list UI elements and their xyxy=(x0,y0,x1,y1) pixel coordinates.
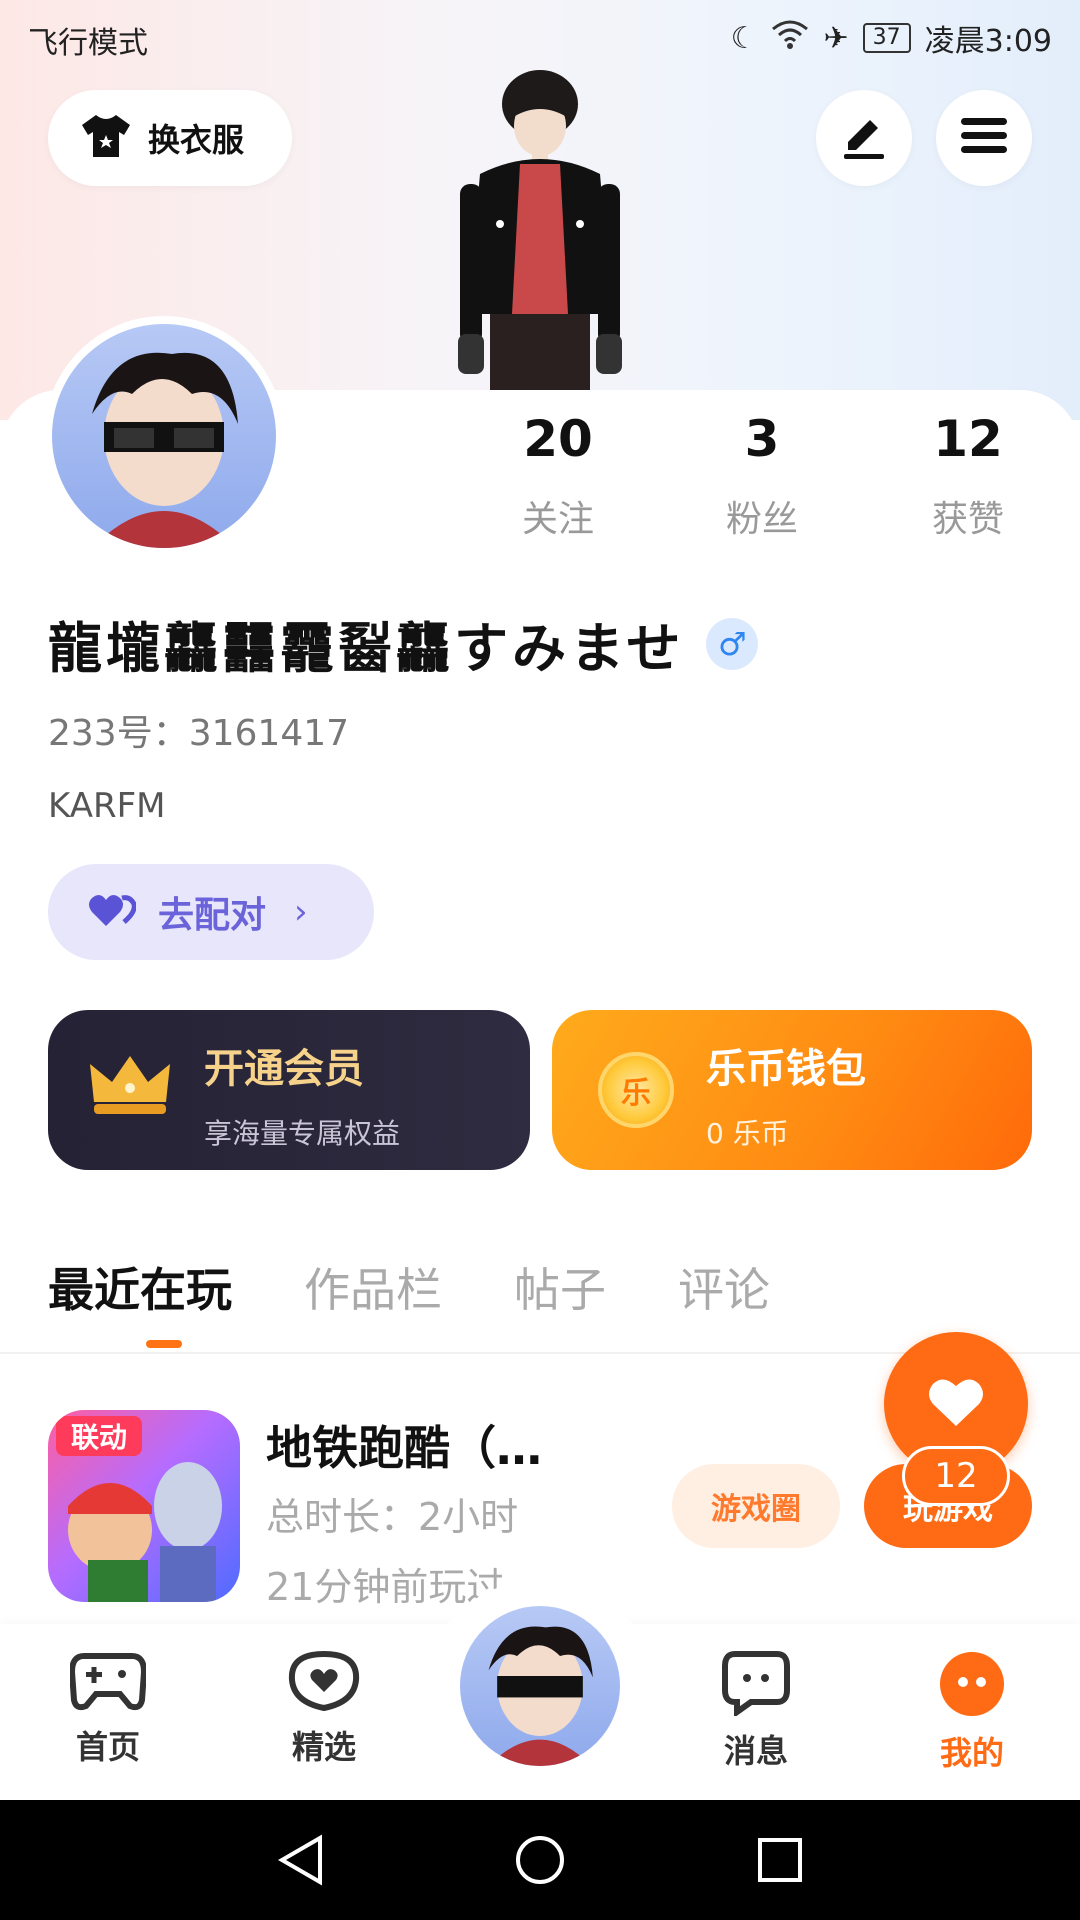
wifi-icon xyxy=(771,19,809,57)
wallet-balance: 0 乐币 xyxy=(706,1117,789,1150)
profile-bio: KARFM xyxy=(48,786,166,826)
game-icon[interactable]: 联动 xyxy=(48,1410,240,1602)
go-match-button[interactable]: 去配对 › xyxy=(48,864,374,960)
profile-avatar[interactable] xyxy=(44,316,284,556)
nav-home-label: 首页 xyxy=(75,1728,140,1766)
nav-item-home[interactable]: 首页 xyxy=(48,1650,168,1768)
coin-icon: 乐 xyxy=(598,1052,674,1128)
profile-tabs: 最近在玩 作品栏 帖子 评论 xyxy=(48,1254,770,1320)
like-count-badge: 12 xyxy=(902,1446,1010,1506)
heart-icon xyxy=(927,1376,985,1432)
hamburger-menu-icon xyxy=(961,116,1007,160)
edit-profile-button[interactable] xyxy=(816,90,912,186)
tab-posts[interactable]: 帖子 xyxy=(514,1254,606,1320)
following-label: 关注 xyxy=(521,499,594,540)
nav-item-messages[interactable]: 消息 xyxy=(696,1650,816,1772)
wallet-card-text: 乐币钱包 0 乐币 xyxy=(706,1036,866,1152)
change-outfit-button[interactable]: 换衣服 xyxy=(48,90,292,186)
stat-following[interactable]: 20 关注 xyxy=(478,408,638,542)
followers-label: 粉丝 xyxy=(725,499,798,540)
go-match-label: 去配对 xyxy=(158,895,267,936)
double-heart-icon xyxy=(88,892,137,932)
status-time: 凌晨3:09 xyxy=(924,24,1052,59)
chevron-right-icon: › xyxy=(294,892,308,932)
profile-face-icon xyxy=(938,1652,1006,1722)
nav-center-avatar[interactable] xyxy=(456,1602,624,1770)
tab-works[interactable]: 作品栏 xyxy=(304,1254,442,1320)
avatar-image xyxy=(52,324,276,548)
nav-item-featured[interactable]: 精选 xyxy=(264,1650,384,1768)
tab-comments[interactable]: 评论 xyxy=(678,1254,770,1320)
following-count: 20 xyxy=(523,410,593,468)
change-outfit-label: 换衣服 xyxy=(148,121,245,159)
stat-likes[interactable]: 12 获赞 xyxy=(888,408,1048,542)
nav-mine-label: 我的 xyxy=(939,1734,1004,1772)
male-gender-icon: ♂ xyxy=(706,617,759,670)
message-icon xyxy=(721,1651,791,1720)
moon-icon: ☾ xyxy=(730,20,758,56)
home-circle-icon[interactable] xyxy=(514,1834,566,1890)
recents-square-icon[interactable] xyxy=(756,1836,804,1888)
nav-featured-label: 精选 xyxy=(291,1728,356,1766)
tab-recently-played[interactable]: 最近在玩 xyxy=(48,1254,232,1320)
nav-item-mine[interactable]: 我的 xyxy=(912,1650,1032,1774)
tshirt-icon xyxy=(80,113,132,163)
stat-followers[interactable]: 3 粉丝 xyxy=(682,408,842,542)
menu-button[interactable] xyxy=(936,90,1032,186)
back-icon[interactable] xyxy=(276,1834,324,1890)
heart-chat-icon xyxy=(288,1650,360,1716)
status-airplane-mode-text: 飞行模式 xyxy=(28,26,148,61)
character-3d-avatar[interactable] xyxy=(440,64,640,394)
wallet-title: 乐币钱包 xyxy=(706,1046,866,1092)
status-bar-right: ☾ ✈ 37 凌晨3:09 xyxy=(731,16,1052,60)
gamepad-icon xyxy=(68,1653,148,1716)
airplane-icon: ✈ xyxy=(823,20,849,56)
vip-title: 开通会员 xyxy=(204,1046,364,1092)
nav-messages-label: 消息 xyxy=(723,1732,788,1770)
likes-count: 12 xyxy=(933,410,1003,468)
battery-icon: 37 xyxy=(862,23,911,53)
profile-name: 龍壠龘䨻龗䶛龘すみませ xyxy=(48,617,685,680)
crown-icon xyxy=(88,1052,172,1122)
game-circle-button[interactable]: 游戏圈 xyxy=(672,1464,840,1548)
pencil-icon xyxy=(840,112,888,164)
game-title[interactable]: 地铁跑酷（… xyxy=(266,1412,542,1478)
followers-count: 3 xyxy=(744,410,780,468)
game-play-duration: 总时长：2小时 xyxy=(266,1495,519,1539)
vip-subtitle: 享海量专属权益 xyxy=(204,1117,401,1150)
likes-label: 获赞 xyxy=(931,499,1004,540)
profile-name-row: 龍壠龘䨻龗䶛龘すみませ ♂ xyxy=(48,604,759,683)
user-id[interactable]: 233号：3161417 xyxy=(48,704,349,756)
game-icon-badge: 联动 xyxy=(71,1421,127,1454)
system-navigation-bar xyxy=(0,1800,1080,1920)
active-tab-indicator xyxy=(146,1340,182,1348)
vip-card-text: 开通会员 享海量专属权益 xyxy=(204,1036,400,1152)
